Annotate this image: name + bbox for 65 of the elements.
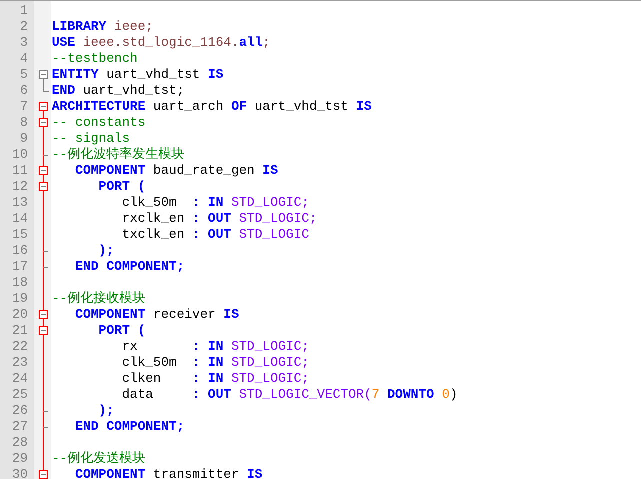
code-line: --例化接收模块 [51, 291, 146, 307]
code-line: END COMPONENT; [74, 419, 185, 435]
code-line: clk_50m : IN STD_LOGIC; [121, 195, 310, 211]
line-number: 4 [20, 51, 28, 66]
line-number: 23 [12, 355, 28, 370]
code-line: -- signals [51, 131, 130, 147]
line-number: 17 [12, 259, 28, 274]
line-number: 25 [12, 387, 28, 402]
line-number: 30 [12, 467, 28, 479]
code-line: USE ieee.std_logic_1164.all; [51, 35, 270, 51]
code-line: COMPONENT receiver IS [74, 307, 240, 323]
collapse-button[interactable] [39, 99, 48, 115]
code-line: ARCHITECTURE uart_arch OF uart_vhd_tst IS [51, 99, 372, 115]
code-line: PORT ( [98, 179, 146, 195]
line-number: 28 [12, 435, 28, 450]
code-line: txclk_en : OUT STD_LOGIC [121, 227, 310, 243]
line-number: 15 [12, 227, 28, 242]
line-number: 19 [12, 291, 28, 306]
line-number: 13 [12, 195, 28, 210]
line-number: 18 [12, 275, 28, 290]
collapse-button[interactable] [39, 67, 48, 83]
line-number: 1 [20, 3, 28, 18]
code-line: ); [98, 403, 114, 419]
collapse-button[interactable] [39, 115, 48, 131]
line-number: 2 [20, 19, 28, 34]
code-line: ENTITY uart_vhd_tst IS [51, 67, 224, 83]
line-number: 20 [12, 307, 28, 322]
code-line: --例化波特率发生模块 [51, 147, 185, 163]
collapse-button[interactable] [39, 179, 48, 195]
line-number: 3 [20, 35, 28, 50]
line-number: 14 [12, 211, 28, 226]
line-number: 9 [20, 131, 28, 146]
line-number: 8 [20, 115, 28, 130]
line-number: 21 [12, 323, 28, 338]
code-line: COMPONENT transmitter IS [74, 467, 263, 479]
code-line: LIBRARY ieee; [51, 19, 154, 35]
line-number: 5 [20, 67, 28, 82]
code-line: --testbench [51, 51, 138, 67]
code-line: data : OUT STD_LOGIC_VECTOR(7 DOWNTO 0) [121, 387, 458, 403]
code-line: clk_50m : IN STD_LOGIC; [121, 355, 310, 371]
line-number: 24 [12, 371, 28, 386]
line-number: 12 [12, 179, 28, 194]
line-number: 22 [12, 339, 28, 354]
line-number: 27 [12, 419, 28, 434]
collapse-button[interactable] [39, 307, 48, 323]
collapse-button[interactable] [39, 323, 48, 339]
line-number: 26 [12, 403, 28, 418]
line-number: 6 [20, 83, 28, 98]
code-line: END uart_vhd_tst; [51, 83, 185, 99]
code-line: -- constants [51, 115, 146, 131]
code-line: ); [98, 243, 114, 259]
code-line: rxclk_en : OUT STD_LOGIC; [121, 211, 318, 227]
line-number: 16 [12, 243, 28, 258]
line-number: 7 [20, 99, 28, 114]
code-line: rx : IN STD_LOGIC; [121, 339, 310, 355]
code-line: clken : IN STD_LOGIC; [121, 371, 310, 387]
line-number: 10 [12, 147, 28, 162]
line-number: 29 [12, 451, 28, 466]
collapse-button[interactable] [39, 467, 48, 479]
code-line: PORT ( [98, 323, 146, 339]
collapse-button[interactable] [39, 163, 48, 179]
code-line: COMPONENT baud_rate_gen IS [74, 163, 278, 179]
code-line: --例化发送模块 [51, 451, 146, 467]
code-line: END COMPONENT; [74, 259, 185, 275]
line-number: 11 [12, 163, 28, 178]
